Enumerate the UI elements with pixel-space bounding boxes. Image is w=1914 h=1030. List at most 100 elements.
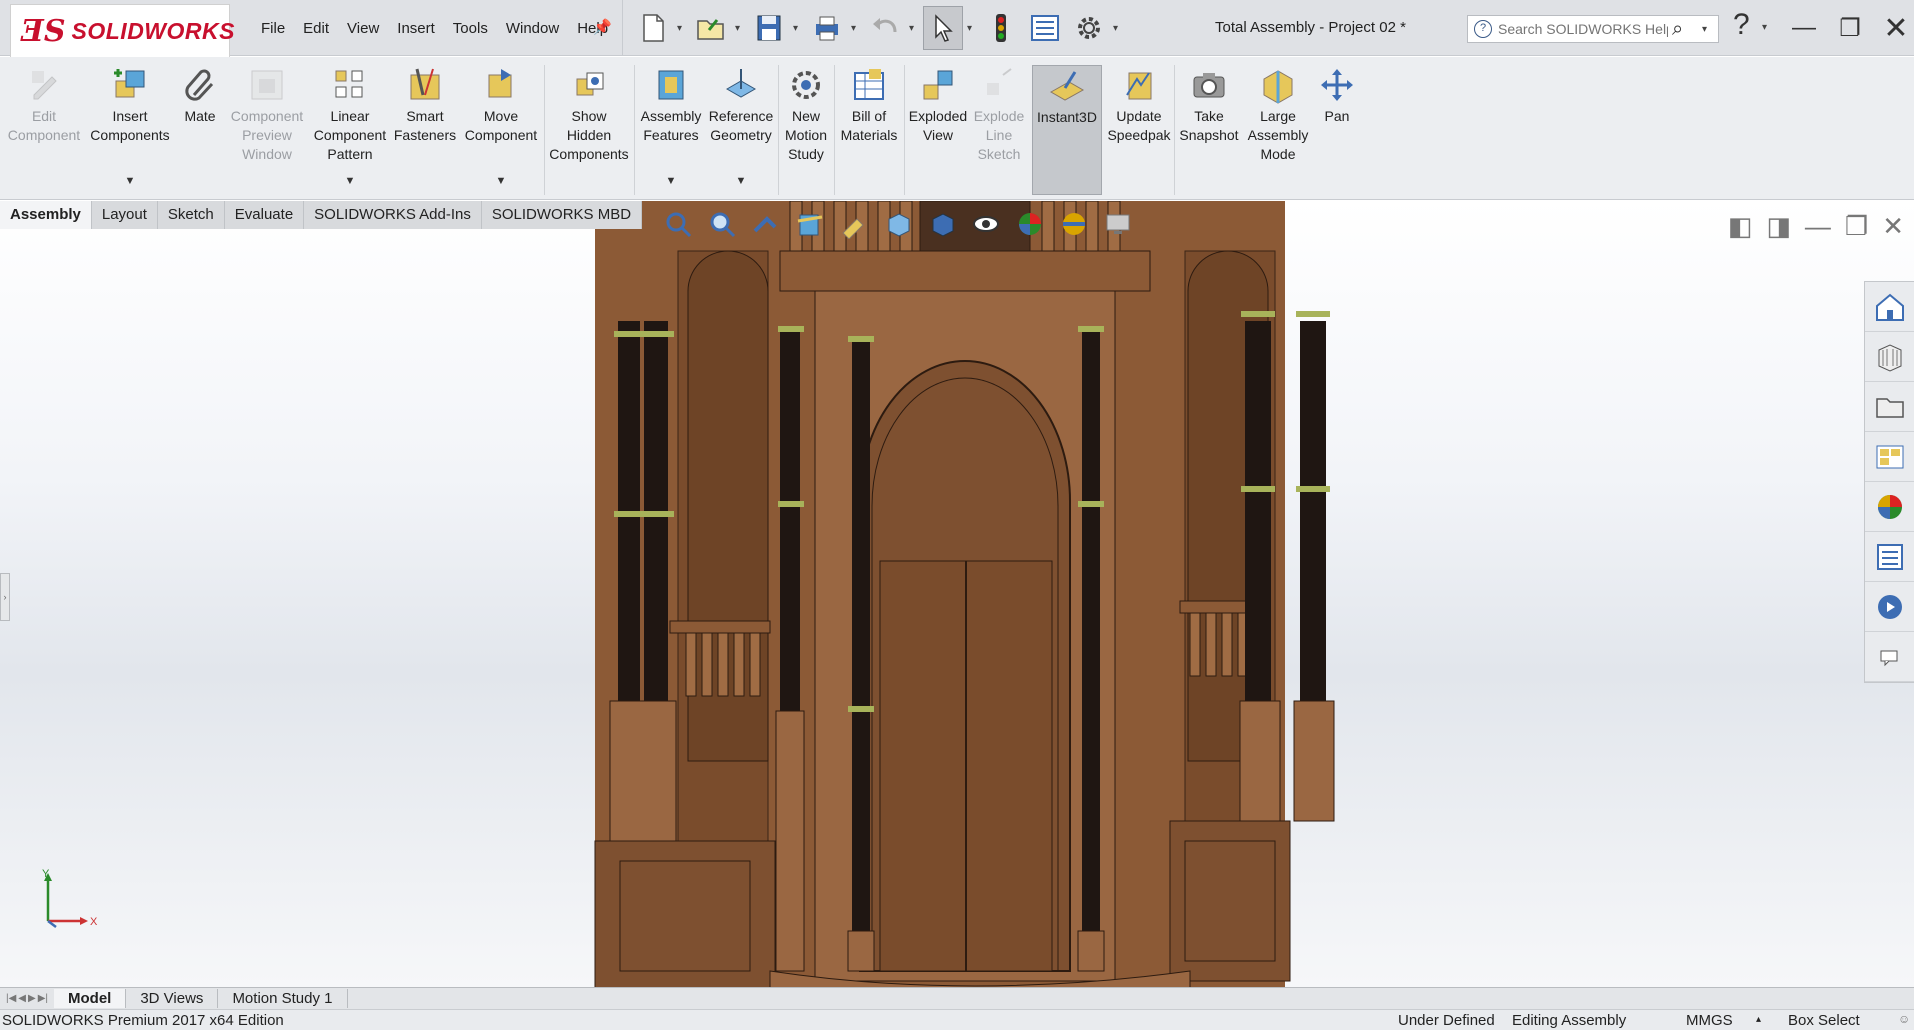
- tab-solidworks-mbd[interactable]: SOLIDWORKS MBD: [481, 201, 643, 229]
- show-hidden-components-button[interactable]: Show Hidden Components: [548, 65, 630, 195]
- previous-view-button[interactable]: [748, 207, 784, 241]
- section-view-button[interactable]: [792, 207, 828, 241]
- print-caret-icon[interactable]: ▾: [851, 23, 861, 34]
- file-explorer-tab[interactable]: [1865, 382, 1914, 432]
- file-properties-button[interactable]: [1025, 6, 1065, 50]
- linear-pattern-button[interactable]: Linear Component Pattern ▼: [310, 65, 390, 195]
- menu-edit[interactable]: Edit: [294, 16, 338, 41]
- insert-components-button[interactable]: Insert Components ▼: [88, 65, 172, 195]
- search-input[interactable]: [1498, 21, 1668, 37]
- zoom-to-fit-button[interactable]: [660, 207, 696, 241]
- units-status[interactable]: MMGS: [1686, 1012, 1733, 1029]
- linear-pattern-caret-icon[interactable]: ▼: [345, 172, 356, 191]
- open-caret-icon[interactable]: ▾: [735, 23, 745, 34]
- update-speedpak-button[interactable]: Update Speedpak: [1106, 65, 1172, 195]
- hide-show-items-button[interactable]: [968, 207, 1004, 241]
- view-palette-tab[interactable]: [1865, 432, 1914, 482]
- take-snapshot-button[interactable]: Take Snapshot: [1176, 65, 1242, 195]
- last-tab-arrow-icon[interactable]: ▶|: [38, 993, 48, 1004]
- status-chat-icon[interactable]: ☺: [1898, 1012, 1910, 1026]
- rebuild-button[interactable]: [981, 6, 1021, 50]
- large-assembly-mode-button[interactable]: Large Assembly Mode: [1244, 65, 1312, 195]
- select-button[interactable]: [923, 6, 963, 50]
- pin-menu-icon[interactable]: 📌: [593, 18, 612, 36]
- new-motion-study-button[interactable]: New Motion Study: [782, 65, 830, 195]
- assembly-features-caret-icon[interactable]: ▼: [666, 172, 677, 191]
- mate-button[interactable]: Mate: [176, 65, 224, 195]
- reference-geometry-caret-icon[interactable]: ▼: [736, 172, 747, 191]
- tab-assembly[interactable]: Assembly: [0, 201, 92, 229]
- viewport-minimize-icon[interactable]: —: [1805, 211, 1831, 242]
- design-library-tab[interactable]: [1865, 332, 1914, 382]
- open-button[interactable]: [691, 6, 731, 50]
- view-orientation-button[interactable]: [880, 207, 916, 241]
- menu-window[interactable]: Window: [497, 16, 568, 41]
- apply-scene-button[interactable]: [1056, 207, 1092, 241]
- save-caret-icon[interactable]: ▾: [793, 23, 803, 34]
- save-button[interactable]: [749, 6, 789, 50]
- help-caret-icon[interactable]: ▾: [1762, 22, 1767, 33]
- smart-fasteners-button[interactable]: Smart Fasteners: [392, 65, 458, 195]
- search-caret-icon[interactable]: ▾: [1702, 24, 1707, 35]
- new-caret-icon[interactable]: ▾: [677, 23, 687, 34]
- menu-view[interactable]: View: [338, 16, 388, 41]
- component-preview-button[interactable]: Component Preview Window: [226, 65, 308, 195]
- select-caret-icon[interactable]: ▾: [967, 23, 977, 34]
- selection-mode-status[interactable]: Box Select: [1788, 1012, 1860, 1029]
- tab-solidworks-add-ins[interactable]: SOLIDWORKS Add-Ins: [304, 201, 482, 229]
- edit-appearance-button[interactable]: [1012, 207, 1048, 241]
- tab-sketch[interactable]: Sketch: [157, 201, 225, 229]
- appearances-scenes-tab[interactable]: [1865, 482, 1914, 532]
- solidworks-resources-tab[interactable]: [1865, 282, 1914, 332]
- close-button[interactable]: ✕: [1878, 12, 1914, 45]
- prev-tab-arrow-icon[interactable]: ◀: [18, 993, 26, 1004]
- menu-file[interactable]: File: [252, 16, 294, 41]
- bill-of-materials-button[interactable]: Bill of Materials: [836, 65, 902, 195]
- assembly-features-button[interactable]: Assembly Features ▼: [638, 65, 704, 195]
- undo-button[interactable]: [865, 6, 905, 50]
- custom-properties-tab[interactable]: [1865, 532, 1914, 582]
- explode-line-sketch-button[interactable]: Explode Line Sketch: [972, 65, 1026, 195]
- exploded-view-button[interactable]: Exploded View: [906, 65, 970, 195]
- first-tab-arrow-icon[interactable]: |◀: [6, 993, 16, 1004]
- new-document-button[interactable]: [633, 6, 673, 50]
- restore-button[interactable]: ❐: [1832, 12, 1868, 44]
- edit-component-button[interactable]: Edit Component: [4, 65, 84, 195]
- view-settings-button[interactable]: [1100, 207, 1136, 241]
- feature-manager-collapse-handle[interactable]: ›: [0, 573, 10, 621]
- instant3d-label: Instant3D: [1037, 109, 1097, 125]
- split-view-right-icon[interactable]: ◨: [1766, 211, 1791, 242]
- dynamic-annotation-button[interactable]: [836, 207, 872, 241]
- viewport-close-icon[interactable]: ✕: [1882, 211, 1904, 242]
- units-caret-icon[interactable]: ▴: [1756, 1014, 1761, 1025]
- search-icon[interactable]: ⌕: [1672, 18, 1702, 41]
- tab-evaluate[interactable]: Evaluate: [224, 201, 305, 229]
- undo-caret-icon[interactable]: ▾: [909, 23, 919, 34]
- tab-motion-study-1[interactable]: Motion Study 1: [218, 989, 348, 1008]
- tab-model[interactable]: Model: [54, 989, 127, 1008]
- options-button[interactable]: [1069, 6, 1109, 50]
- menu-tools[interactable]: Tools: [444, 16, 497, 41]
- minimize-button[interactable]: —: [1786, 12, 1822, 44]
- tab-3d-views[interactable]: 3D Views: [126, 989, 219, 1008]
- menu-insert[interactable]: Insert: [388, 16, 444, 41]
- graphics-area[interactable]: ◧ ◨ — ❐ ✕ › Y X: [0, 201, 1914, 987]
- print-button[interactable]: [807, 6, 847, 50]
- instant3d-button[interactable]: Instant3D: [1032, 65, 1102, 195]
- options-caret-icon[interactable]: ▾: [1113, 23, 1123, 34]
- move-component-button[interactable]: Move Component ▼: [460, 65, 542, 195]
- insert-components-caret-icon[interactable]: ▼: [125, 172, 136, 191]
- help-button[interactable]: ?: [1733, 8, 1750, 42]
- messages-tab[interactable]: [1865, 632, 1914, 682]
- reference-geometry-button[interactable]: Reference Geometry ▼: [706, 65, 776, 195]
- zoom-to-area-button[interactable]: [704, 207, 740, 241]
- split-view-left-icon[interactable]: ◧: [1728, 211, 1753, 242]
- display-style-button[interactable]: [924, 207, 960, 241]
- tab-layout[interactable]: Layout: [91, 201, 158, 229]
- move-component-caret-icon[interactable]: ▼: [496, 172, 507, 191]
- next-tab-arrow-icon[interactable]: ▶: [28, 993, 36, 1004]
- pan-button[interactable]: Pan: [1314, 65, 1360, 195]
- solidworks-logo[interactable]: ƎS SOLIDWORKS: [10, 4, 234, 58]
- solidworks-forum-tab[interactable]: [1865, 582, 1914, 632]
- viewport-restore-icon[interactable]: ❐: [1845, 211, 1868, 242]
